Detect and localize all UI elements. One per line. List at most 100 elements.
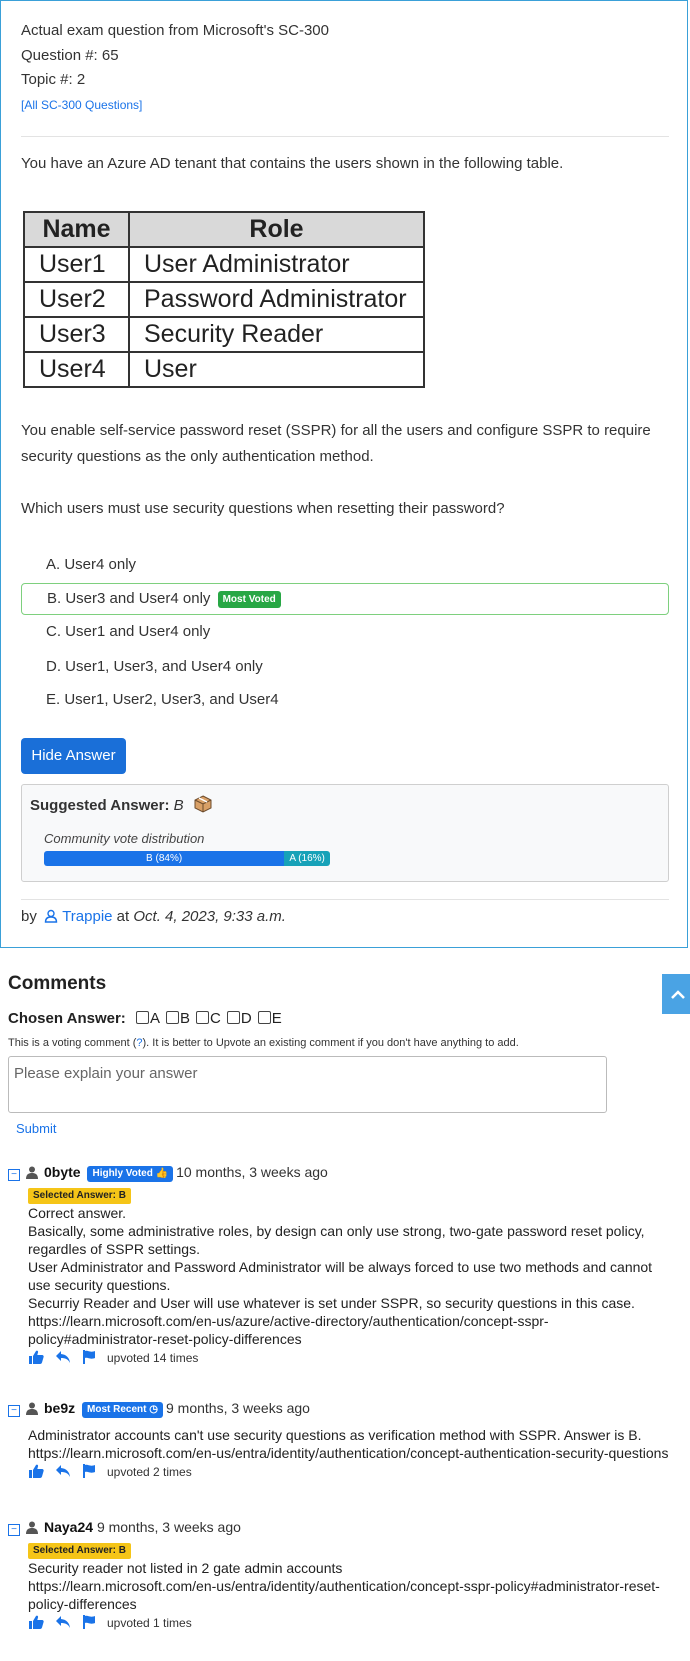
checkbox-d[interactable]: D	[221, 1010, 252, 1027]
flag-icon[interactable]	[82, 1614, 96, 1632]
package-icon	[194, 795, 212, 817]
upvote-icon[interactable]	[28, 1464, 44, 1481]
comment-body: Security reader not listed in 2 gate adm…	[28, 1560, 660, 1612]
choice-d[interactable]: D. User1, User3, and User4 only	[21, 652, 669, 684]
user-icon	[26, 1166, 38, 1182]
collapse-icon[interactable]: −	[8, 1169, 20, 1181]
reply-icon[interactable]	[55, 1615, 71, 1632]
post-date: Oct. 4, 2023, 9:33 a.m.	[133, 908, 286, 925]
answer-box: Suggested Answer: B Community vote distr…	[21, 784, 669, 882]
comment-time: 9 months, 3 weeks ago	[96, 1519, 241, 1535]
table-header-row: Name Role	[23, 211, 425, 248]
comment-username[interactable]: 0byte	[44, 1164, 81, 1180]
selected-answer-badge: Selected Answer: B	[28, 1188, 131, 1204]
choice-a[interactable]: A. User4 only	[21, 550, 669, 582]
checkbox-label: D	[240, 1010, 252, 1027]
user-icon	[26, 1402, 38, 1418]
flag-icon[interactable]	[82, 1463, 96, 1481]
user-icon	[26, 1521, 38, 1537]
scroll-to-top-button[interactable]	[662, 974, 690, 1014]
question-description: You enable self-service password reset (…	[21, 422, 651, 465]
suggested-answer-value: B	[173, 797, 184, 814]
table-cell: User2	[23, 281, 130, 318]
table-cell: Security Reader	[128, 316, 425, 353]
voting-note: This is a voting comment (?). It is bett…	[8, 1037, 519, 1049]
checkbox-icon	[226, 1011, 240, 1024]
all-questions-link[interactable]: [All SC-300 Questions]	[21, 98, 142, 112]
table-header-role: Role	[128, 211, 425, 248]
checkbox-b[interactable]: B	[160, 1010, 190, 1027]
collapse-icon[interactable]: −	[8, 1405, 20, 1417]
reply-icon[interactable]	[55, 1350, 71, 1367]
topic-number: Topic #: 2	[21, 71, 86, 88]
checkbox-icon	[257, 1011, 271, 1024]
checkbox-icon	[165, 1011, 179, 1024]
checkbox-icon	[135, 1011, 149, 1024]
choice-label: C. User1 and User4 only	[46, 623, 211, 640]
table-cell: User3	[23, 316, 130, 353]
choice-label: D. User1, User3, and User4 only	[46, 658, 263, 675]
voting-note-text: This is a voting comment (	[8, 1037, 137, 1049]
comment-username[interactable]: be9z	[44, 1400, 75, 1416]
table-cell: User	[128, 351, 425, 388]
choice-b[interactable]: B. User3 and User4 only Most Voted	[21, 583, 669, 615]
choice-e[interactable]: E. User1, User2, User3, and User4	[21, 685, 669, 717]
submit-button[interactable]: Submit	[16, 1121, 56, 1136]
comment-actions: upvoted 2 times	[28, 1462, 673, 1482]
chosen-answer-label: Chosen Answer:	[8, 1010, 126, 1027]
voting-note-text: ). It is better to Upvote an existing co…	[142, 1037, 519, 1049]
vote-bar-segment: A (16%)	[284, 851, 330, 866]
comment: − 0byte Highly Voted 👍 10 months, 3 weeks …	[8, 1164, 673, 1368]
table-cell: Password Administrator	[128, 281, 425, 318]
comment: − be9z Most Recent ◷ 9 months, 3 weeks ago…	[8, 1400, 673, 1482]
users-table: Name Role User1 User Administrator User2…	[23, 211, 425, 388]
reply-icon[interactable]	[55, 1464, 71, 1481]
collapse-icon[interactable]: −	[8, 1524, 20, 1536]
byline-by: by	[21, 908, 37, 925]
comment-header: − 0byte Highly Voted 👍 10 months, 3 weeks …	[8, 1164, 673, 1184]
upvote-count: upvoted 2 times	[107, 1465, 192, 1479]
checkbox-a[interactable]: A	[130, 1010, 160, 1027]
checkbox-label: B	[179, 1010, 190, 1027]
question-card: Actual exam question from Microsoft's SC…	[0, 0, 688, 948]
choice-label: E. User1, User2, User3, and User4	[46, 691, 279, 708]
author-link[interactable]: Trappie	[62, 908, 112, 925]
choice-label: B. User3 and User4 only	[47, 590, 211, 607]
upvote-icon[interactable]	[28, 1350, 44, 1367]
comments-title: Comments	[8, 973, 107, 994]
badge-label: Most Recent	[87, 1404, 147, 1415]
table-row: User2 Password Administrator	[23, 281, 425, 318]
checkbox-label: E	[271, 1010, 282, 1027]
highly-voted-badge: Highly Voted 👍	[87, 1166, 174, 1182]
user-icon	[44, 909, 58, 927]
thumbs-up-icon: 👍	[155, 1168, 169, 1179]
comment-input[interactable]: Please explain your answer	[8, 1056, 607, 1113]
divider	[21, 136, 669, 137]
table-row: User1 User Administrator	[23, 246, 425, 283]
chevron-up-icon	[662, 990, 690, 1018]
flag-icon[interactable]	[82, 1349, 96, 1367]
comment-username[interactable]: Naya24	[44, 1519, 93, 1535]
checkbox-icon	[196, 1011, 209, 1024]
checkbox-c[interactable]: C	[190, 1010, 221, 1027]
suggested-answer-label: Suggested Answer:	[30, 797, 170, 814]
divider	[21, 899, 669, 900]
upvote-icon[interactable]	[28, 1615, 44, 1632]
most-voted-badge: Most Voted	[217, 591, 281, 608]
table-cell: User Administrator	[128, 246, 425, 283]
most-recent-badge: Most Recent ◷	[82, 1402, 163, 1418]
choice-c[interactable]: C. User1 and User4 only	[21, 617, 669, 649]
comment-time: 9 months, 3 weeks ago	[165, 1400, 310, 1416]
comment-body: Correct answer. Basically, some administ…	[28, 1205, 653, 1347]
hide-answer-button[interactable]: Hide Answer	[21, 738, 126, 774]
checkbox-e[interactable]: E	[252, 1010, 282, 1027]
table-cell: User1	[23, 246, 130, 283]
question-prompt: Which users must use security questions …	[21, 500, 505, 517]
comment: − Naya24 9 months, 3 weeks ago Selected A…	[8, 1519, 673, 1633]
byline: by Trappie at Oct. 4, 2023, 9:33 a.m.	[21, 908, 286, 927]
choice-label: A. User4 only	[46, 556, 137, 573]
checkbox-label: C	[210, 1010, 221, 1027]
table-row: User3 Security Reader	[23, 316, 425, 353]
comment-time: 10 months, 3 weeks ago	[176, 1164, 328, 1180]
vote-distribution-bar: B (84%) A (16%)	[44, 851, 330, 866]
